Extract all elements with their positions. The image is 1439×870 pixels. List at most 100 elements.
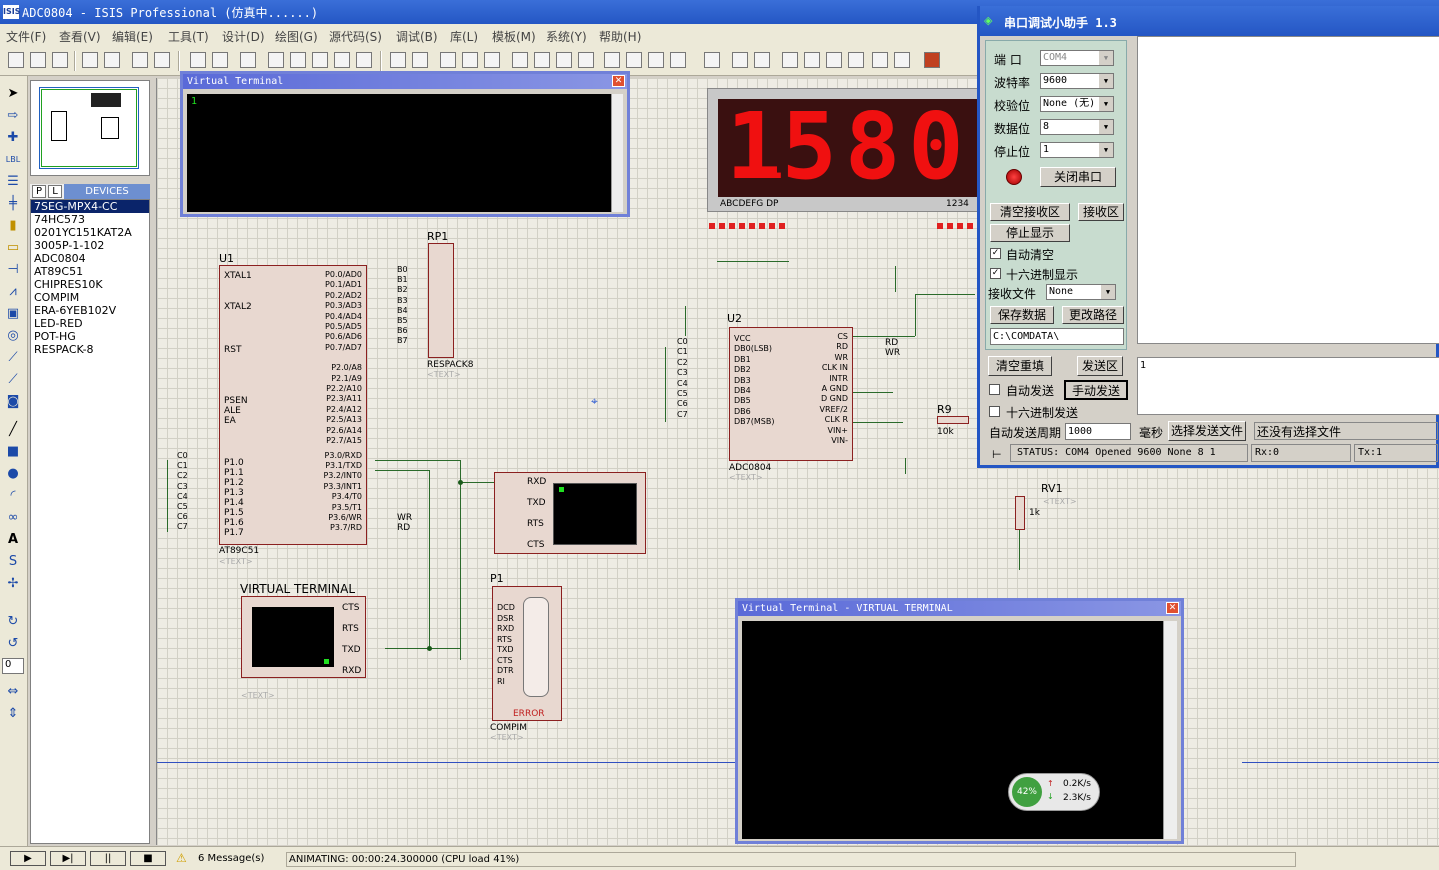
search-icon[interactable] bbox=[732, 52, 748, 68]
u1-chip[interactable]: XTAL1 XTAL2 RST PSEN ALE EA P1.0 P1.1 P1… bbox=[219, 265, 367, 545]
auto-clear-checkbox[interactable]: ✓ bbox=[990, 248, 1001, 259]
recv-file-select[interactable]: None ▼ bbox=[1046, 284, 1116, 300]
cut-icon[interactable] bbox=[440, 52, 456, 68]
rv1-pot[interactable] bbox=[1015, 496, 1025, 530]
graph-icon[interactable]: ⩘ bbox=[4, 284, 22, 300]
list-item[interactable]: ADC0804 bbox=[31, 252, 149, 265]
subcircuit-icon[interactable]: ▮ bbox=[4, 218, 22, 234]
list-item[interactable]: RESPACK-8 bbox=[31, 343, 149, 356]
list-item[interactable]: 74HC573 bbox=[31, 213, 149, 226]
databits-select[interactable]: 8 ▼ bbox=[1040, 119, 1114, 135]
list-item[interactable]: ERA-6YEB102V bbox=[31, 304, 149, 317]
symbol-icon[interactable]: S bbox=[4, 554, 22, 570]
vt-bottom-scrollbar[interactable] bbox=[1163, 621, 1177, 839]
arc-icon[interactable]: ◜ bbox=[4, 488, 22, 504]
selection-mode-icon[interactable]: ➤ bbox=[4, 86, 22, 102]
p1-compim[interactable]: DCD DSR RXD RTS TXD CTS DTR RI ERROR bbox=[492, 586, 562, 721]
electrical-rule-check-icon[interactable] bbox=[894, 52, 910, 68]
pause-button[interactable]: || bbox=[90, 851, 126, 866]
print-area-icon[interactable] bbox=[154, 52, 170, 68]
port-select[interactable]: COM4 ▼ bbox=[1040, 50, 1114, 66]
send-area[interactable]: 1 bbox=[1137, 357, 1439, 415]
path-icon[interactable]: ∞ bbox=[4, 510, 22, 526]
list-item[interactable]: 7SEG-MPX4-CC bbox=[31, 200, 149, 213]
vt-instrument-1[interactable]: RXD TXD RTS CTS bbox=[494, 472, 646, 554]
stop-display-button[interactable]: 停止显示 bbox=[990, 224, 1070, 242]
pick-devices-button[interactable]: P bbox=[32, 185, 46, 198]
menu-design[interactable]: 设计(D) bbox=[222, 28, 265, 45]
manual-send-button[interactable]: 手动发送 bbox=[1064, 380, 1128, 400]
refresh-icon[interactable] bbox=[190, 52, 206, 68]
list-item[interactable]: AT89C51 bbox=[31, 265, 149, 278]
block-rotate-icon[interactable] bbox=[556, 52, 572, 68]
list-item[interactable]: LED-RED bbox=[31, 317, 149, 330]
undo-icon[interactable] bbox=[390, 52, 406, 68]
list-item[interactable]: POT-HG bbox=[31, 330, 149, 343]
close-icon[interactable]: ✕ bbox=[612, 75, 625, 87]
zoom-in-icon[interactable] bbox=[290, 52, 306, 68]
close-icon[interactable]: ✕ bbox=[1166, 602, 1179, 614]
junction-dot-icon[interactable]: ✚ bbox=[4, 130, 22, 146]
r9-resistor[interactable] bbox=[937, 416, 969, 424]
open-file-icon[interactable] bbox=[30, 52, 46, 68]
clear-receive-button[interactable]: 清空接收区 bbox=[990, 203, 1070, 221]
ares-icon[interactable] bbox=[924, 52, 940, 68]
save-data-button[interactable]: 保存数据 bbox=[990, 306, 1054, 324]
receive-area-button[interactable]: 接收区 bbox=[1078, 203, 1124, 221]
list-item[interactable]: 3005P-1-102 bbox=[31, 239, 149, 252]
change-path-button[interactable]: 更改路径 bbox=[1062, 306, 1124, 324]
tape-recorder-icon[interactable]: ▣ bbox=[4, 306, 22, 322]
close-port-button[interactable]: 关闭串口 bbox=[1040, 167, 1116, 187]
rotation-angle-field[interactable]: 0 bbox=[2, 658, 24, 674]
decompose-icon[interactable] bbox=[670, 52, 686, 68]
copy-icon[interactable] bbox=[462, 52, 478, 68]
period-field[interactable]: 1000 bbox=[1065, 423, 1131, 440]
menu-help[interactable]: 帮助(H) bbox=[599, 28, 641, 45]
text-script-icon[interactable]: ☰ bbox=[4, 174, 22, 190]
menu-template[interactable]: 模板(M) bbox=[492, 28, 536, 45]
current-probe-icon[interactable]: ⟋ bbox=[4, 372, 22, 388]
clear-send-button[interactable]: 清空重填 bbox=[988, 356, 1052, 376]
bus-icon[interactable]: ╪ bbox=[4, 196, 22, 212]
virtual-instrument-icon[interactable]: ◙ bbox=[4, 394, 22, 410]
box-icon[interactable]: ■ bbox=[4, 444, 22, 460]
vt-window-top[interactable]: Virtual Terminal ✕ 1 bbox=[180, 71, 630, 217]
save-file-icon[interactable] bbox=[52, 52, 68, 68]
package-tool-icon[interactable] bbox=[648, 52, 664, 68]
pick-device-icon[interactable] bbox=[604, 52, 620, 68]
hex-display-checkbox[interactable]: ✓ bbox=[990, 268, 1001, 279]
vt-top-screen[interactable]: 1 bbox=[187, 94, 611, 212]
block-copy-icon[interactable] bbox=[512, 52, 528, 68]
u2-chip[interactable]: VCC DB0(LSB) DB1 DB2 DB3 DB4 DB5 DB6 DB7(MSB) CS… bbox=[729, 327, 853, 461]
zoom-area-icon[interactable] bbox=[356, 52, 372, 68]
exit-parent-icon[interactable] bbox=[848, 52, 864, 68]
menu-file[interactable]: 文件(F) bbox=[6, 28, 46, 45]
menu-debug[interactable]: 调试(B) bbox=[396, 28, 438, 45]
list-item[interactable]: CHIPRES10K bbox=[31, 278, 149, 291]
menu-source[interactable]: 源代码(S) bbox=[329, 28, 382, 45]
import-icon[interactable] bbox=[82, 52, 98, 68]
library-manager-button[interactable]: L bbox=[48, 185, 62, 198]
baud-select[interactable]: 9600 ▼ bbox=[1040, 73, 1114, 89]
menu-view[interactable]: 查看(V) bbox=[59, 28, 101, 45]
messages-count[interactable]: 6 Message(s) bbox=[198, 853, 264, 864]
overview-window[interactable] bbox=[30, 80, 150, 176]
menu-edit[interactable]: 编辑(E) bbox=[112, 28, 153, 45]
paste-icon[interactable] bbox=[484, 52, 500, 68]
make-device-icon[interactable] bbox=[626, 52, 642, 68]
generator-icon[interactable]: ◎ bbox=[4, 328, 22, 344]
export-icon[interactable] bbox=[104, 52, 120, 68]
remove-sheet-icon[interactable] bbox=[804, 52, 820, 68]
pan-icon[interactable] bbox=[268, 52, 284, 68]
circle-icon[interactable]: ● bbox=[4, 466, 22, 482]
hex-send-checkbox[interactable] bbox=[989, 406, 1000, 417]
step-button[interactable]: ▶| bbox=[50, 851, 86, 866]
choose-send-file-button[interactable]: 选择发送文件 bbox=[1168, 421, 1246, 441]
block-move-icon[interactable] bbox=[534, 52, 550, 68]
parity-select[interactable]: None (无) ▼ bbox=[1040, 96, 1114, 112]
receive-area[interactable] bbox=[1137, 36, 1439, 344]
goto-sheet-icon[interactable] bbox=[826, 52, 842, 68]
vt-top-scrollbar[interactable] bbox=[611, 94, 623, 212]
menu-tools[interactable]: 工具(T) bbox=[168, 28, 209, 45]
voltage-probe-icon[interactable]: ⟋ bbox=[4, 350, 22, 366]
